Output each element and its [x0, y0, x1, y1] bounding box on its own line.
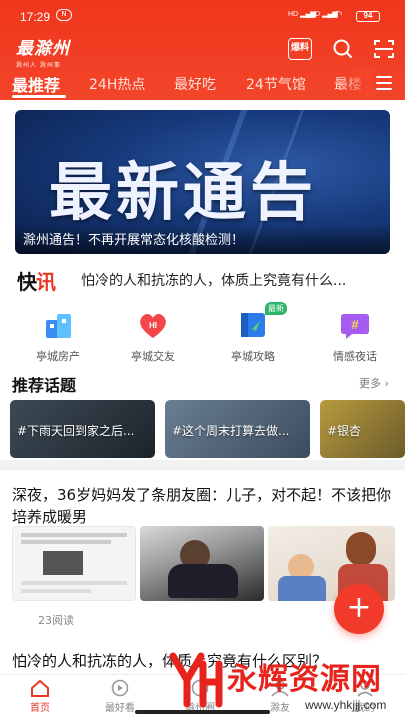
tab-recommend[interactable]: 最推荐 [12, 72, 60, 96]
friends-icon [269, 679, 291, 697]
search-icon[interactable] [331, 38, 355, 60]
wifi-icon: ◠ [333, 8, 343, 21]
app-logo: 最滁州 滁州人 滁州事 [16, 34, 86, 69]
banner-headline: 最新通告 [49, 156, 317, 229]
kuaixun-logo-a: 快 [17, 270, 37, 294]
tab-best-food[interactable]: 最好吃 [174, 74, 216, 94]
nav-circle[interactable]: 滁州圈 [165, 679, 235, 714]
topic-card[interactable]: #银杏 [320, 400, 405, 458]
news-flash[interactable]: 快讯 怕冷的人和抗冻的人，体质上究竟有什么... [15, 265, 390, 295]
house-icon [41, 310, 75, 340]
home-indicator [135, 710, 270, 714]
kuaixun-logo: 快讯 [17, 266, 56, 295]
nfc-icon: N [56, 9, 72, 21]
menu-icon[interactable] [376, 76, 392, 90]
circle-icon [189, 679, 211, 697]
baoliao-button[interactable]: 爆料 [288, 38, 312, 60]
banner-carousel[interactable]: 最新通告 滁州通告！不再开展常态化核酸检测！ [15, 110, 390, 254]
news-flash-text: 怕冷的人和抗冻的人，体质上究竟有什么... [81, 273, 347, 289]
banner-caption: 滁州通告！不再开展常态化核酸检测！ [23, 233, 245, 248]
more-label: 更多 [359, 377, 381, 390]
tabs-fade [340, 68, 372, 98]
heart-icon: HI [136, 310, 170, 340]
topic-label: #银杏 [327, 424, 362, 438]
thumbnail-chat-screenshot [12, 526, 136, 601]
svg-text:HI: HI [149, 321, 157, 330]
topic-label: #下雨天回到家之后... [17, 424, 135, 438]
signal-label: HD [288, 11, 299, 18]
home-icon [29, 679, 51, 697]
quick-link-label: 亭城攻略 [231, 350, 275, 363]
nav-home[interactable]: 首页 [5, 679, 75, 714]
nav-label: 我的 [355, 703, 375, 714]
thumbnail-sad-boy [140, 526, 264, 601]
quick-link-label: 亭城房产 [36, 350, 80, 363]
new-badge: 最新 [265, 302, 287, 315]
tab-24h-hot[interactable]: 24H热点 [89, 74, 145, 94]
tab-solar-terms[interactable]: 24节气馆 [246, 74, 306, 94]
user-icon [354, 679, 376, 697]
quick-link-property[interactable]: 亭城房产 [18, 310, 98, 370]
battery-icon: 94 [356, 11, 380, 22]
read-count: 23阅读 [38, 614, 74, 627]
scan-icon[interactable] [372, 38, 396, 60]
quick-link-night-talk[interactable]: # 情感夜话 [315, 310, 395, 370]
more-link[interactable]: 更多 › [359, 375, 389, 391]
quick-link-label: 情感夜话 [333, 350, 377, 363]
play-icon [109, 679, 131, 697]
nav-friends[interactable]: 滁友 [245, 679, 315, 714]
logo-main: 最滁州 [16, 39, 70, 59]
hash-bubble-icon: # [338, 310, 372, 340]
category-tabs: 最推荐 24H热点 最好吃 24节气馆 最楼 [0, 68, 405, 98]
nav-best-look[interactable]: 最好看 [85, 679, 155, 714]
svg-text:#: # [351, 317, 359, 332]
signal-label-2: HD [310, 11, 321, 18]
quick-link-guide[interactable]: 亭城攻略 [213, 310, 293, 370]
topic-label: #这个周末打算去做... [172, 424, 290, 438]
section-title: 推荐话题 [12, 376, 77, 395]
status-time: 17:29 [20, 10, 51, 24]
quick-link-dating[interactable]: HI 亭城交友 [113, 310, 193, 370]
kuaixun-logo-b: 讯 [36, 270, 56, 294]
feed-title: 深夜，36岁妈妈发了条朋友圈：儿子，对不起！不该把你培养成暖男 [12, 486, 392, 526]
active-tab-indicator [12, 95, 66, 98]
topic-card[interactable]: #这个周末打算去做... [165, 400, 310, 458]
topic-card[interactable]: #下雨天回到家之后... [10, 400, 155, 458]
nav-label: 首页 [30, 703, 50, 714]
status-bar: 17:29 N HD ▂▄▆ HD ▂▄▆ ◠ 94 [0, 0, 405, 32]
app-header: 17:29 N HD ▂▄▆ HD ▂▄▆ ◠ 94 最滁州 滁州人 滁州事 爆… [0, 0, 405, 100]
nav-profile[interactable]: 我的 [330, 679, 400, 714]
add-post-button[interactable]: + [334, 584, 384, 634]
quick-link-label: 亭城交友 [131, 350, 175, 363]
feed-title: 怕冷的人和抗冻的人，体质上究竟有什么区别？ [12, 652, 328, 670]
